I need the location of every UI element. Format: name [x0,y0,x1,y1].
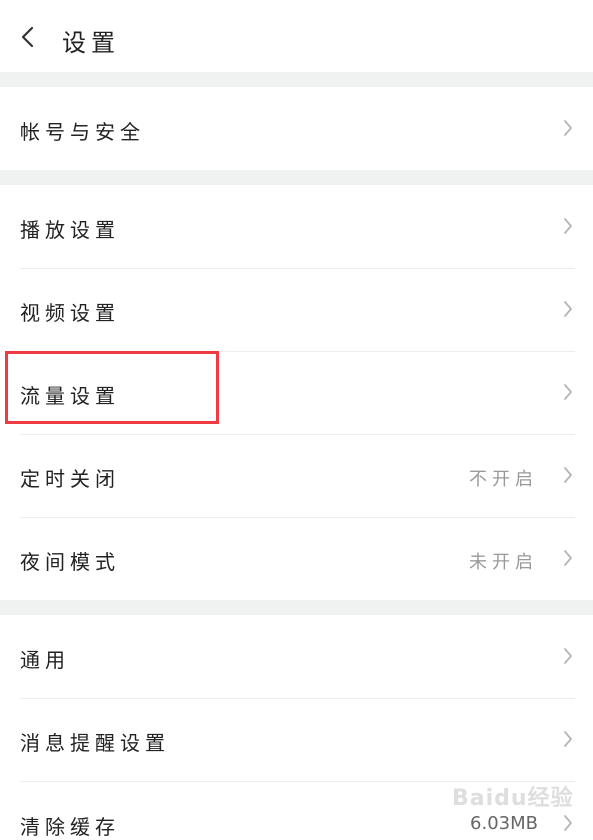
settings-item-clear-cache[interactable]: 清除缓存 6.03MB [0,782,593,839]
chevron-left-icon[interactable] [20,26,36,48]
settings-item-video[interactable]: 视频设置 [0,269,593,351]
settings-item-playback[interactable]: 播放设置 [0,185,593,268]
settings-item-label: 流量设置 [20,384,120,408]
settings-item-label: 消息提醒设置 [20,731,170,755]
section-separator [0,600,593,615]
settings-item-label: 定时关闭 [20,467,120,491]
settings-page: 设置 帐号与安全 播放设置 视频设置 流量设置 定时关闭 不开启 夜间模式 未开… [0,0,593,839]
header: 设置 [0,0,593,72]
settings-item-value: 未开启 [469,552,538,573]
settings-item-notifications[interactable]: 消息提醒设置 [0,699,593,781]
settings-item-data-usage[interactable]: 流量设置 [0,352,593,434]
chevron-right-icon [564,218,572,234]
chevron-right-icon [564,467,572,483]
settings-item-general[interactable]: 通用 [0,615,593,698]
chevron-right-icon [564,301,572,317]
settings-item-account-security[interactable]: 帐号与安全 [0,87,593,170]
chevron-right-icon [564,815,572,831]
settings-item-label: 视频设置 [20,301,120,325]
section-separator [0,72,593,87]
settings-item-label: 夜间模式 [20,550,120,574]
settings-item-label: 通用 [20,648,70,672]
settings-item-value: 不开启 [469,469,538,490]
chevron-right-icon [564,550,572,566]
settings-item-label: 播放设置 [20,218,120,242]
settings-item-label: 清除缓存 [20,815,120,839]
chevron-right-icon [564,384,572,400]
chevron-right-icon [564,120,572,136]
settings-item-night-mode[interactable]: 夜间模式 未开启 [0,518,593,600]
cache-size-value: 6.03MB [470,813,538,834]
settings-item-sleep-timer[interactable]: 定时关闭 不开启 [0,435,593,517]
chevron-right-icon [564,731,572,747]
chevron-right-icon [564,648,572,664]
page-title: 设置 [62,29,120,57]
settings-item-label: 帐号与安全 [20,120,145,144]
section-separator [0,170,593,185]
